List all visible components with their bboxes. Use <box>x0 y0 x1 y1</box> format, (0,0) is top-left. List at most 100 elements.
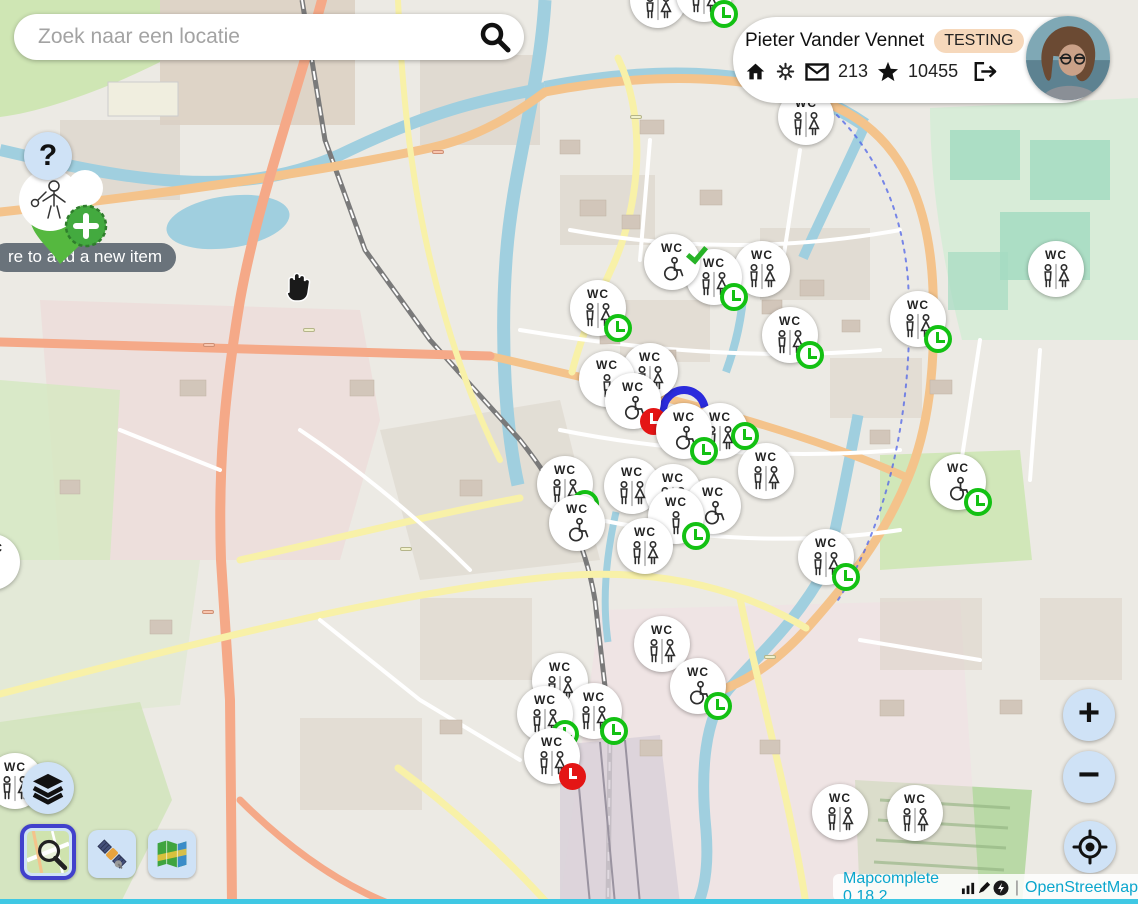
geolocate-button[interactable] <box>1064 821 1116 873</box>
map-label <box>203 343 215 347</box>
background-option-mapstyle[interactable] <box>148 830 196 878</box>
zoom-in-button[interactable]: + <box>1063 689 1115 741</box>
search-bar <box>14 14 524 60</box>
layers-button[interactable] <box>22 762 74 814</box>
status-badge-icon <box>704 692 732 720</box>
toilet-pictogram-icon <box>746 465 786 492</box>
wc-marker-label: WC <box>566 502 588 516</box>
wc-marker-label: WC <box>651 623 673 637</box>
status-badge-icon <box>600 717 628 745</box>
wc-marker[interactable]: WC <box>605 373 661 429</box>
viewport-bottom-strip <box>0 899 1138 904</box>
osm-attribution-link[interactable]: OpenStreetMap <box>1025 879 1138 897</box>
wc-marker-label: WC <box>662 471 684 485</box>
osm-map-thumbnail-icon <box>27 831 69 873</box>
help-button[interactable]: ? <box>24 132 72 180</box>
wc-marker-label: WC <box>634 525 656 539</box>
wc-marker-label: WC <box>541 735 563 749</box>
toilet-pictogram-icon <box>895 807 935 834</box>
wc-marker[interactable]: WC <box>644 234 700 290</box>
messages-envelope-icon[interactable] <box>805 63 829 81</box>
wc-marker-label: WC <box>665 495 687 509</box>
wc-marker-label: WC <box>587 287 609 301</box>
zoom-out-button[interactable]: − <box>1063 751 1115 803</box>
status-badge-icon <box>684 240 712 268</box>
wc-marker-label: WC <box>751 248 773 262</box>
wc-marker-label: WC <box>4 760 26 774</box>
status-badge-icon <box>964 488 992 516</box>
map-label <box>764 655 776 659</box>
messages-count[interactable]: 213 <box>838 61 868 82</box>
background-option-satellite[interactable] <box>88 830 136 878</box>
status-badge-icon <box>690 437 718 465</box>
status-badge-icon <box>832 563 860 591</box>
changesets-count[interactable]: 10455 <box>908 61 958 82</box>
gear-icon[interactable] <box>775 61 796 82</box>
wc-marker[interactable]: WC <box>738 443 794 499</box>
wc-marker[interactable]: WC <box>798 529 854 585</box>
status-badge-icon <box>720 283 748 311</box>
search-icon[interactable] <box>478 20 512 54</box>
map-label <box>202 610 214 614</box>
wc-marker-label: WC <box>702 485 724 499</box>
status-badge-icon <box>604 314 632 342</box>
toilet-pictogram-icon <box>786 111 826 138</box>
wc-marker[interactable]: WC <box>812 784 868 840</box>
wc-marker-label: WC <box>596 358 618 372</box>
home-icon[interactable] <box>745 61 766 82</box>
app-window: WC WC WC WC WC <box>0 0 1138 904</box>
status-badge-icon <box>559 763 586 790</box>
add-new-item-pin[interactable] <box>10 160 120 270</box>
wc-marker-label: WC <box>815 536 837 550</box>
toilet-pictogram-icon <box>642 638 682 665</box>
background-option-map[interactable] <box>20 824 76 880</box>
folded-map-icon <box>154 836 190 872</box>
wc-marker-label: WC <box>639 350 661 364</box>
wc-marker-label: WC <box>687 665 709 679</box>
status-badge-icon <box>924 325 952 353</box>
minus-icon: − <box>1078 756 1100 794</box>
wc-marker[interactable]: WC <box>656 403 712 459</box>
wc-marker-label: WC <box>554 463 576 477</box>
wc-marker[interactable]: WC <box>762 307 818 363</box>
wc-marker[interactable]: WC <box>617 518 673 574</box>
search-input[interactable] <box>36 24 478 50</box>
map-decoration <box>731 422 759 450</box>
community-icon[interactable] <box>993 880 1009 896</box>
wc-marker-label: WC <box>549 660 571 674</box>
user-name[interactable]: Pieter Vander Vennet <box>745 30 924 52</box>
wc-marker-label: WC <box>673 410 695 424</box>
wc-marker[interactable]: WC <box>890 291 946 347</box>
wc-marker-label: WC <box>709 410 731 424</box>
wc-marker[interactable]: WC <box>524 728 580 784</box>
toilet-pictogram-icon <box>742 263 782 290</box>
toilet-pictogram-icon <box>1036 263 1076 290</box>
crosshair-icon <box>1072 829 1108 865</box>
wc-marker-label: WC <box>622 380 644 394</box>
logout-icon[interactable] <box>973 61 997 82</box>
wc-marker-label: WC <box>621 465 643 479</box>
wc-marker-label: WC <box>907 298 929 312</box>
wc-marker[interactable]: WC <box>1028 241 1084 297</box>
toilet-pictogram-icon <box>557 517 597 544</box>
attribution-separator: | <box>1015 879 1019 897</box>
status-badge-icon <box>682 522 710 550</box>
wc-marker[interactable]: WC <box>549 495 605 551</box>
wc-marker[interactable]: WC <box>930 454 986 510</box>
map-label <box>400 547 412 551</box>
attribution-bar: Mapcomplete 0.18.2 | OpenStreetMap <box>833 874 1138 901</box>
pencil-icon[interactable] <box>977 880 992 895</box>
status-badge-icon <box>710 0 738 28</box>
wc-marker[interactable]: WC <box>570 280 626 336</box>
map-label <box>630 115 642 119</box>
toilet-pictogram-icon <box>638 0 678 21</box>
wc-marker-label: WC <box>661 241 683 255</box>
statistics-icon[interactable] <box>961 880 976 895</box>
avatar[interactable] <box>1026 16 1110 100</box>
wc-marker[interactable]: WC <box>670 658 726 714</box>
hand-cursor-icon <box>281 268 315 306</box>
attribution-icons <box>961 880 1009 896</box>
star-icon[interactable] <box>877 61 899 82</box>
plus-icon: + <box>1078 694 1100 732</box>
wc-marker[interactable]: WC <box>887 785 943 841</box>
